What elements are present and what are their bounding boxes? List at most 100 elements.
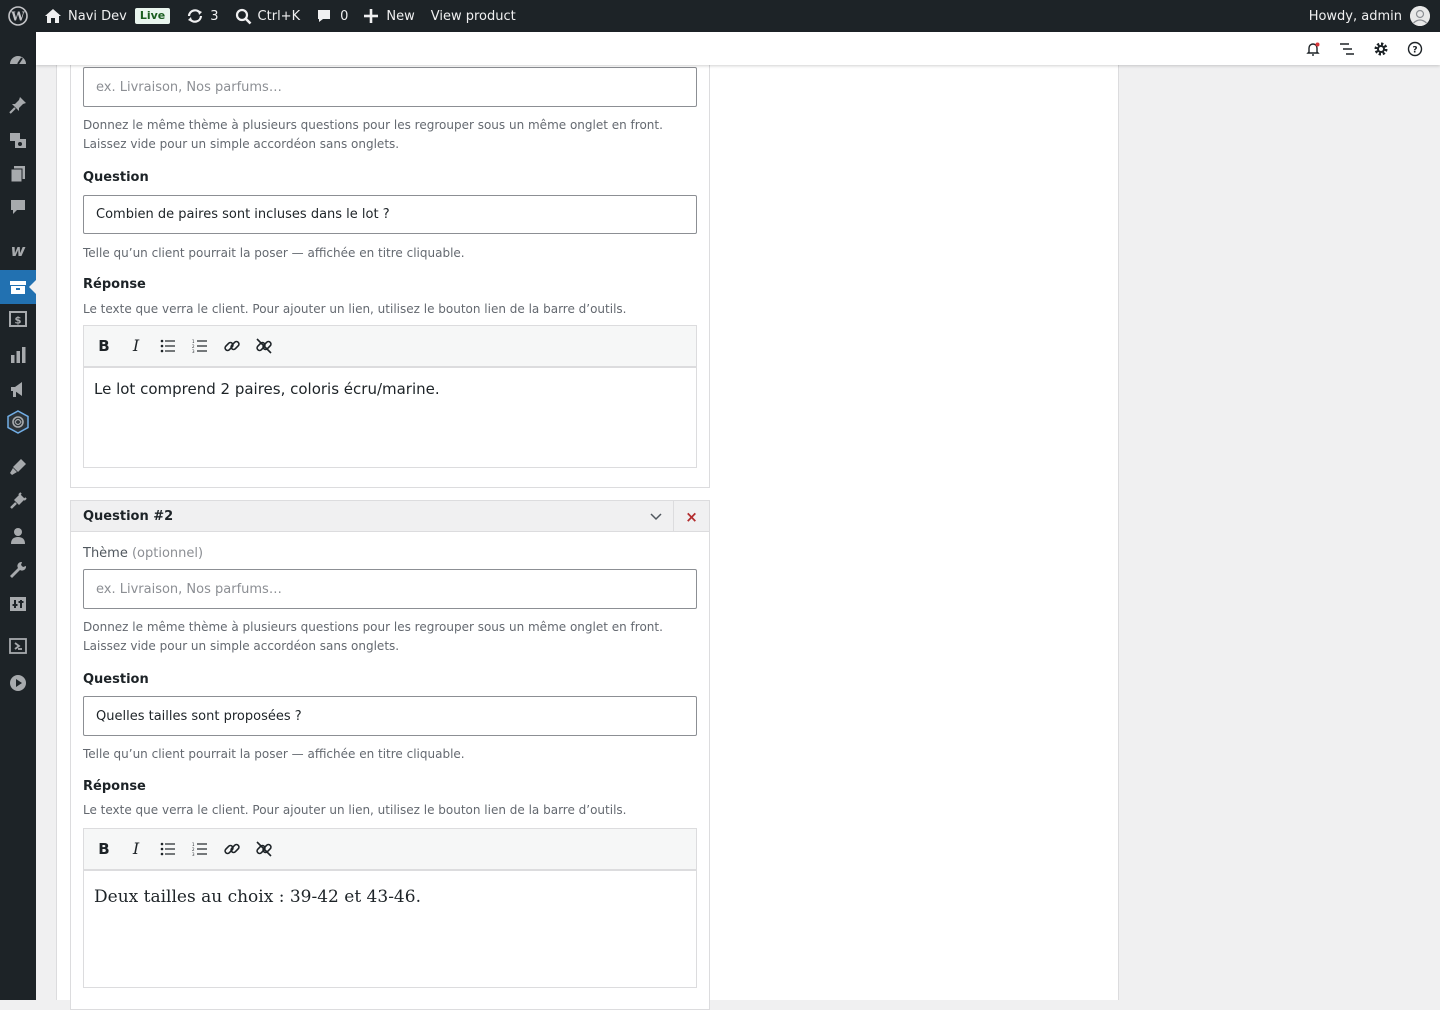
svg-text:$: $ (15, 316, 22, 327)
plus-icon (364, 9, 379, 23)
appearance-icon[interactable] (0, 450, 36, 484)
svg-text:w: w (11, 241, 26, 260)
payments-icon[interactable]: $ (0, 302, 36, 336)
answer-editor-2: B I 123 Deux tailles au choix : 39-42 et… (83, 828, 697, 988)
search-icon (235, 8, 252, 25)
new-label: New (386, 8, 415, 24)
editor-toolbar-1: B I 123 (84, 326, 696, 368)
site-name: Navi Dev (68, 8, 127, 24)
answer-editor-1: B I 123 Le lot comprend 2 paires, colori… (83, 325, 697, 468)
search-command[interactable]: Ctrl+K (227, 0, 309, 32)
question-help-1: Telle qu’un client pourrait la poser — a… (83, 246, 465, 260)
live-badge: Live (134, 8, 171, 24)
dashboard-icon[interactable] (0, 43, 36, 77)
products-icon[interactable] (0, 270, 36, 304)
answer-content-1[interactable]: Le lot comprend 2 paires, coloris écru/m… (84, 368, 696, 410)
wordpress-logo-icon[interactable]: W (0, 0, 36, 32)
comments-icon[interactable] (0, 190, 36, 224)
answer-help-2: Le texte que verra le client. Pour ajout… (83, 803, 627, 817)
user-account-menu[interactable]: Howdy, admin (1309, 6, 1440, 26)
numbered-list-icon[interactable]: 123 (184, 331, 216, 361)
question-value-2: Quelles tailles sont proposées ? (96, 708, 302, 724)
svg-text:B: B (98, 338, 109, 354)
home-icon (44, 8, 62, 24)
svg-text:I: I (132, 841, 140, 857)
question-header-2[interactable]: Question #2 × (71, 501, 709, 532)
tools-icon[interactable] (0, 553, 36, 587)
help-icon[interactable]: ? (1398, 32, 1432, 65)
question-input-1[interactable]: Combien de paires sont incluses dans le … (83, 195, 697, 234)
theme-input-2[interactable]: ex. Livraison, Nos parfums… (83, 569, 697, 609)
question-label-2: Question (83, 672, 149, 687)
link-icon[interactable] (216, 331, 248, 361)
remove-question-button[interactable]: × (673, 501, 709, 532)
admin-bar: W Navi Dev Live 3 Ctrl+K 0 New View prod… (0, 0, 1440, 32)
faq-item-2: Question #2 × Thème (optionnel) ex. Livr… (70, 500, 710, 1010)
theme-label-2: Thème (optionnel) (83, 546, 203, 561)
numbered-list-icon[interactable]: 123 (184, 834, 216, 864)
theme-help-1: Donnez le même thème à plusieurs questio… (83, 118, 663, 151)
new-content-link[interactable]: New (356, 0, 422, 32)
svg-text:I: I (132, 338, 140, 354)
avatar (1410, 6, 1430, 26)
close-icon: × (685, 507, 698, 526)
analytics-icon[interactable] (0, 338, 36, 372)
theme-placeholder-1: ex. Livraison, Nos parfums… (96, 79, 282, 95)
outline-list-icon[interactable] (1330, 32, 1364, 65)
italic-icon[interactable]: I (120, 834, 152, 864)
answer-content-2[interactable]: Deux tailles au choix : 39-42 et 43-46. (84, 871, 696, 919)
unlink-icon[interactable] (248, 834, 280, 864)
answer-label-1: Réponse (83, 277, 146, 292)
media-icon[interactable] (0, 123, 36, 157)
theme-label-text-2: Thème (83, 546, 128, 561)
question-value-1: Combien de paires sont incluses dans le … (96, 207, 390, 222)
bullet-list-icon[interactable] (152, 834, 184, 864)
link-icon[interactable] (216, 834, 248, 864)
search-shortcut: Ctrl+K (257, 8, 301, 24)
view-product-link[interactable]: View product (423, 0, 524, 32)
theme-optional-text-2: (optionnel) (131, 546, 204, 561)
question-help-2: Telle qu’un client pourrait la poser — a… (83, 747, 465, 761)
updates-count: 3 (210, 8, 219, 24)
svg-text:3: 3 (192, 349, 195, 353)
svg-text:?: ? (1412, 45, 1417, 55)
view-product-label: View product (430, 8, 516, 24)
editor-toolbar-2: B I 123 (84, 829, 696, 871)
question-title-2: Question #2 (83, 508, 174, 524)
comments-link[interactable]: 0 (308, 0, 356, 32)
admin-sidebar: w $ (0, 32, 36, 1000)
unlink-icon[interactable] (248, 331, 280, 361)
editor-secondary-toolbar: ? (36, 32, 1440, 65)
svg-text:3: 3 (192, 852, 195, 856)
theme-input-1[interactable]: ex. Livraison, Nos parfums… (83, 67, 697, 107)
bold-icon[interactable]: B (88, 331, 120, 361)
settings-icon[interactable] (0, 587, 36, 621)
posts-icon[interactable] (0, 88, 36, 122)
marketing-icon[interactable] (0, 372, 36, 406)
pages-icon[interactable] (0, 157, 36, 191)
comment-icon (316, 8, 332, 24)
bullet-list-icon[interactable] (152, 331, 184, 361)
plugins-icon[interactable] (0, 484, 36, 518)
woocommerce-icon[interactable]: w (0, 233, 36, 267)
howdy-text: Howdy, admin (1308, 8, 1402, 24)
question-label-1: Question (83, 170, 149, 185)
svg-text:B: B (98, 841, 109, 857)
product-data-panel: ex. Livraison, Nos parfums… Donnez le mê… (56, 55, 1119, 1010)
italic-icon[interactable]: I (120, 331, 152, 361)
users-icon[interactable] (0, 519, 36, 553)
faq-item-1: ex. Livraison, Nos parfums… Donnez le mê… (70, 55, 710, 488)
theme-placeholder-2: ex. Livraison, Nos parfums… (96, 581, 282, 597)
site-name-link[interactable]: Navi Dev Live (36, 0, 178, 32)
custom-plugin-icon[interactable] (0, 405, 36, 439)
notification-bell-icon[interactable] (1296, 32, 1330, 65)
updates-link[interactable]: 3 (178, 0, 226, 32)
question-input-2[interactable]: Quelles tailles sont proposées ? (83, 696, 697, 736)
play-icon[interactable] (0, 666, 36, 700)
chevron-down-icon[interactable] (639, 501, 673, 532)
bold-icon[interactable]: B (88, 834, 120, 864)
extra-plugin-icon[interactable] (0, 629, 36, 663)
answer-help-1: Le texte que verra le client. Pour ajout… (83, 302, 627, 316)
settings-gear-icon[interactable] (1364, 32, 1398, 65)
svg-text:W: W (10, 10, 25, 24)
